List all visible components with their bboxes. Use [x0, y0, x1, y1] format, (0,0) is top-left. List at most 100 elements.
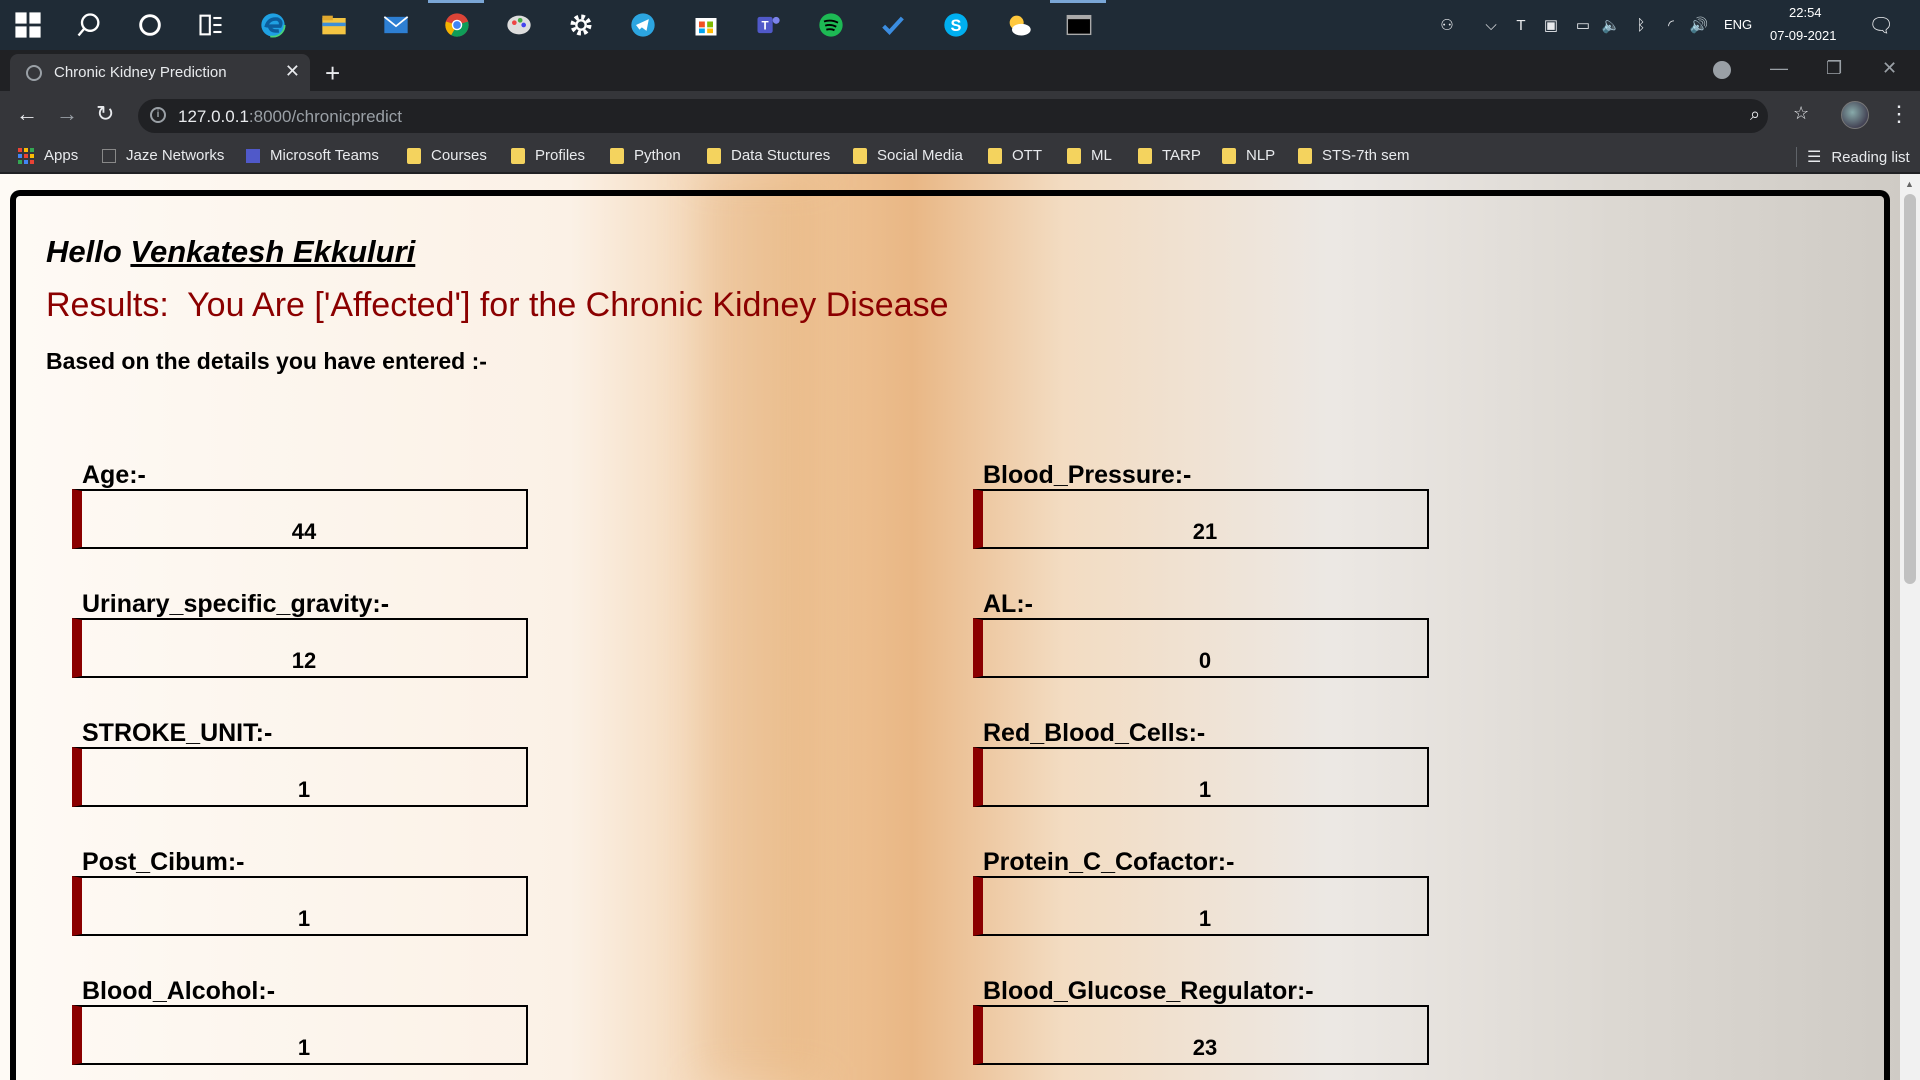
field-value-box: 0 [973, 618, 1429, 678]
menu-icon[interactable]: ⋮ [1888, 101, 1910, 127]
settings-icon[interactable] [565, 9, 597, 41]
page-scrollbar[interactable]: ▲ [1900, 174, 1920, 1080]
bookmark-label: ML [1091, 147, 1112, 164]
close-window-icon[interactable]: ✕ [1882, 58, 1897, 79]
field-label: Blood_Alcohol:- [82, 977, 276, 1005]
bookmark-label: Courses [431, 147, 487, 164]
page-icon [102, 148, 116, 163]
edge-icon[interactable] [257, 9, 289, 41]
bookmark-microsoft-teams[interactable]: Microsoft Teams [246, 147, 379, 164]
folder-icon [1067, 147, 1081, 164]
field-value-box: 1 [973, 876, 1429, 936]
bookmark-label: TARP [1162, 147, 1201, 164]
reading-list[interactable]: ☰ Reading list [1796, 147, 1910, 167]
bookmark-python[interactable]: Python [610, 147, 681, 164]
result-card: Hello Venkatesh Ekkuluri Results: You Ar… [10, 190, 1890, 1080]
running-indicator [1050, 0, 1106, 3]
windows-icon[interactable] [12, 9, 44, 41]
teams-icon[interactable]: T [752, 9, 784, 41]
bookmark-ml[interactable]: ML [1067, 147, 1112, 164]
bookmark-data-structures[interactable]: Data Stuctures [707, 147, 830, 164]
bluetooth-icon[interactable]: ᛒ [1630, 14, 1652, 36]
zoom-icon[interactable]: ⌕ [1750, 104, 1760, 125]
folder-icon [707, 147, 721, 164]
url-path: :8000/chronicpredict [248, 107, 402, 126]
field-label: STROKE_UNIT:- [82, 719, 273, 747]
clock-time[interactable]: 22:54 [1789, 5, 1822, 20]
bookmark-star-icon[interactable]: ☆ [1793, 103, 1809, 124]
bookmark-sts-7th-sem[interactable]: STS-7th sem [1298, 147, 1410, 164]
profile-avatar[interactable] [1841, 101, 1869, 129]
chevron-up-icon[interactable]: ⌵ [1480, 14, 1502, 36]
weather-icon[interactable] [1003, 9, 1035, 41]
minimize-icon[interactable]: — [1770, 58, 1788, 79]
browser-tab[interactable]: Chronic Kidney Prediction ✕ [10, 54, 310, 91]
tab-strip: Chronic Kidney Prediction ✕ + — ❐ ✕ [0, 50, 1920, 91]
url-host: 127.0.0.1 [178, 107, 249, 126]
field-value-box: 1 [973, 747, 1429, 807]
reload-icon[interactable]: ↻ [96, 101, 114, 127]
bookmark-social-media[interactable]: Social Media [853, 147, 963, 164]
store-icon[interactable] [690, 9, 722, 41]
bookmark-apps[interactable]: Apps [18, 147, 78, 164]
bookmark-tarp[interactable]: TARP [1138, 147, 1201, 164]
todo-icon[interactable] [877, 9, 909, 41]
spotify-icon[interactable] [815, 9, 847, 41]
bookmark-label: Social Media [877, 147, 963, 164]
reading-list-label: Reading list [1831, 148, 1910, 166]
telegram-icon[interactable] [627, 9, 659, 41]
mail-icon[interactable] [380, 9, 412, 41]
paint-icon[interactable] [503, 9, 535, 41]
back-icon[interactable]: ← [16, 101, 38, 127]
folder-icon [407, 147, 421, 164]
clock-date[interactable]: 07-09-2021 [1770, 28, 1837, 43]
close-tab-icon[interactable]: ✕ [285, 61, 300, 82]
field-value: 12 [291, 648, 317, 673]
bookmark-label: NLP [1246, 147, 1276, 164]
search-icon[interactable] [73, 9, 105, 41]
site-info-icon[interactable]: i [150, 107, 166, 123]
bookmarks-bar: Apps Jaze Networks Microsoft Teams Cours… [0, 139, 1920, 173]
field-value-box: 23 [973, 1005, 1429, 1065]
bookmark-profiles[interactable]: Profiles [511, 147, 585, 164]
address-bar[interactable]: i 127.0.0.1:8000/chronicpredict ⌕ ☆ [138, 99, 1809, 133]
bookmark-ott[interactable]: OTT [988, 147, 1042, 164]
bookmark-jaze-networks[interactable]: Jaze Networks [102, 147, 224, 164]
file-explorer-icon[interactable] [318, 9, 350, 41]
skype-icon[interactable]: S [940, 9, 972, 41]
scrollbar-thumb[interactable] [1904, 194, 1916, 584]
volume-icon[interactable]: 🔈 [1600, 14, 1622, 36]
based-on-text: Based on the details you have entered :- [46, 348, 487, 374]
field-value-box: 1 [72, 747, 528, 807]
new-tab-icon[interactable]: + [325, 58, 340, 89]
speaker-icon[interactable]: 🔊 [1688, 14, 1710, 36]
people-icon[interactable]: ⚇ [1436, 14, 1458, 36]
field-value-box: 1 [72, 876, 528, 936]
cortana-icon[interactable] [134, 9, 166, 41]
bookmark-nlp[interactable]: NLP [1222, 147, 1275, 164]
terminal-icon[interactable] [1063, 9, 1095, 41]
bookmark-label: STS-7th sem [1322, 147, 1410, 164]
camera-icon[interactable]: ▣ [1540, 14, 1562, 36]
url-text[interactable]: 127.0.0.1:8000/chronicpredict [178, 107, 402, 127]
bookmark-label: Data Stuctures [731, 147, 831, 164]
tab-search-icon[interactable] [1713, 61, 1731, 79]
field-value-box: 1 [72, 1005, 528, 1065]
forward-icon[interactable]: → [56, 101, 78, 127]
notifications-icon[interactable]: 🗨 [1868, 14, 1893, 37]
teams-tray-icon[interactable]: T [1510, 14, 1532, 36]
restore-icon[interactable]: ❐ [1826, 58, 1842, 79]
chrome-icon[interactable] [441, 9, 473, 41]
battery-icon[interactable]: ▭ [1572, 14, 1594, 36]
bookmark-courses[interactable]: Courses [407, 147, 487, 164]
scroll-up-icon[interactable]: ▲ [1905, 179, 1914, 189]
field-label: Blood_Pressure:- [983, 461, 1192, 489]
wifi-icon[interactable]: ◜ [1660, 14, 1682, 36]
language-indicator[interactable]: ENG [1724, 17, 1752, 32]
field-value: 1 [1198, 777, 1212, 802]
field-value: 0 [1198, 648, 1212, 673]
task-view-icon[interactable] [195, 9, 227, 41]
bookmark-label: Jaze Networks [126, 147, 225, 164]
field-value: 23 [1192, 1035, 1218, 1060]
field-label: Blood_Glucose_Regulator:- [983, 977, 1314, 1005]
